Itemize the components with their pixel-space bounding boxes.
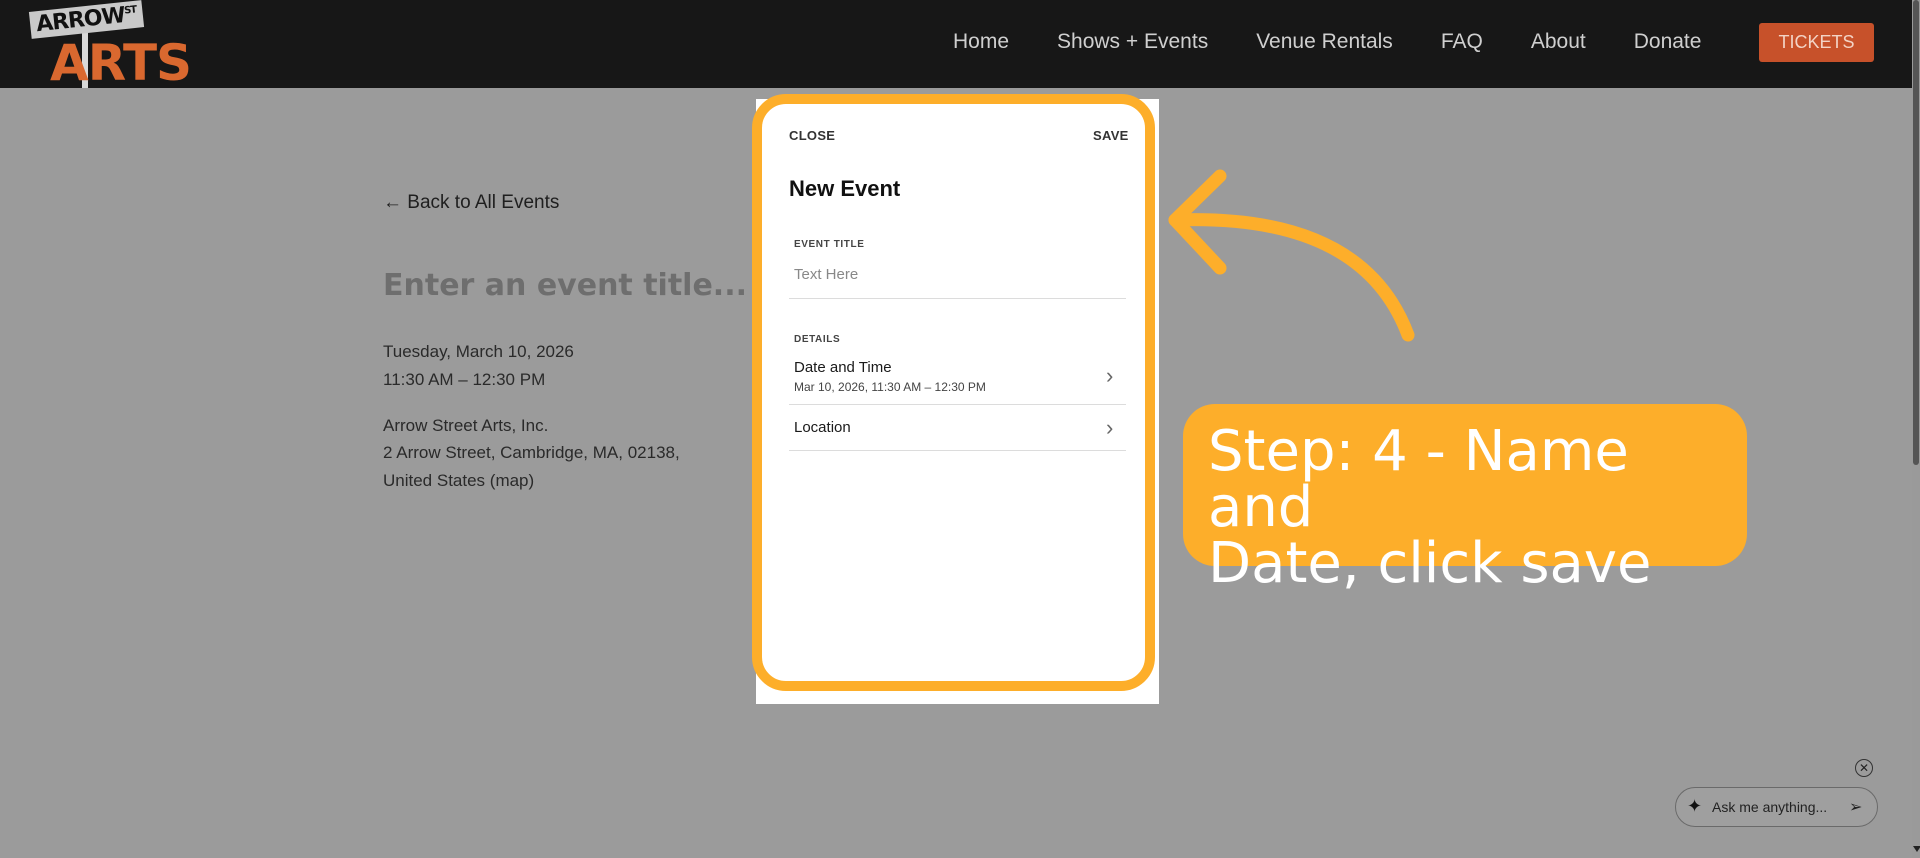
nav-home[interactable]: Home [953,30,1009,54]
tickets-button[interactable]: TICKETS [1759,23,1874,62]
chat-close-icon[interactable]: ✕ [1855,759,1873,777]
close-button[interactable]: CLOSE [789,128,835,143]
event-title-label: EVENT TITLE [794,239,865,250]
main-nav: Home Shows + Events Venue Rentals FAQ Ab… [953,30,1749,54]
nav-venue-rentals[interactable]: Venue Rentals [1256,30,1393,54]
curved-arrow-icon [1168,169,1415,342]
event-address-line1: 2 Arrow Street, Cambridge, MA, 02138, [383,443,680,462]
divider [789,298,1126,299]
page-scrollbar[interactable] [1912,0,1920,858]
nav-shows-events[interactable]: Shows + Events [1057,30,1208,54]
scrollbar-thumb[interactable] [1913,0,1919,465]
nav-about[interactable]: About [1531,30,1586,54]
event-address-line2[interactable]: United States (map) [383,467,534,495]
nav-donate[interactable]: Donate [1634,30,1702,54]
callout-line-1: Step: 4 - Name and [1208,419,1629,540]
details-label: DETAILS [794,334,841,345]
divider [789,404,1126,405]
scroll-down-arrow-icon[interactable] [1913,846,1920,852]
event-time: 11:30 AM – 12:30 PM [383,370,546,389]
date-time-label[interactable]: Date and Time [794,359,892,376]
chevron-right-icon[interactable]: › [1106,365,1113,387]
modal-title: New Event [789,176,901,201]
save-button[interactable]: SAVE [1093,128,1129,143]
step-callout-text: Step: 4 - Name and Date, click save [1208,424,1728,592]
event-venue: Arrow Street Arts, Inc. [383,416,549,435]
location-label[interactable]: Location [794,419,851,436]
send-icon[interactable]: ➢ [1849,797,1862,817]
date-time-value: Mar 10, 2026, 11:30 AM – 12:30 PM [794,380,986,394]
site-header: ARROWST ARTS Home Shows + Events Venue R… [0,0,1912,92]
nav-faq[interactable]: FAQ [1441,30,1483,54]
event-title-placeholder[interactable]: Enter an event title... [383,268,747,303]
divider [789,450,1126,451]
sparkle-icon: ✦ [1687,796,1703,816]
event-title-input[interactable]: Text Here [794,266,858,283]
chat-widget[interactable]: ✦ Ask me anything... ➢ [1675,787,1878,827]
callout-line-2: Date, click save [1208,531,1652,596]
logo-arts-text: ARTS [50,34,192,92]
site-logo[interactable]: ARROWST ARTS [24,0,192,92]
chevron-right-icon[interactable]: › [1106,417,1113,439]
chat-input[interactable]: Ask me anything... [1712,799,1827,815]
event-date: Tuesday, March 10, 2026 [383,342,574,361]
back-to-events-link[interactable]: ← Back to All Events [383,192,559,214]
